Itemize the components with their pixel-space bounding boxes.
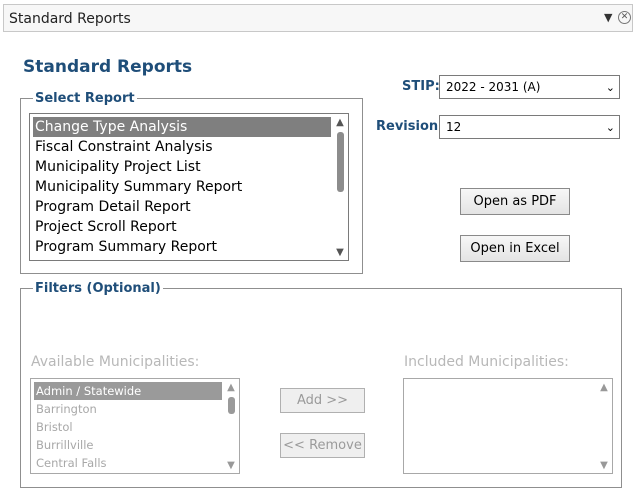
- report-item-change-type-analysis[interactable]: Change Type Analysis: [33, 117, 331, 137]
- scroll-up-arrow-icon[interactable]: ▲: [596, 383, 612, 393]
- scroll-up-arrow-icon[interactable]: ▲: [223, 383, 239, 393]
- included-municipalities-listbox[interactable]: ▲ ▼: [403, 378, 613, 474]
- revision-select[interactable]: 12 ⌄: [439, 115, 620, 139]
- included-list-scrollbar[interactable]: ▲ ▼: [596, 379, 612, 473]
- municipality-item-barrington[interactable]: Barrington: [34, 400, 97, 418]
- report-list-scrollbar[interactable]: ▲ ▼: [332, 114, 348, 260]
- scrollbar-thumb[interactable]: [228, 397, 235, 414]
- municipality-item-bristol[interactable]: Bristol: [34, 418, 73, 436]
- available-list-scrollbar[interactable]: ▲ ▼: [223, 379, 239, 473]
- report-item-program-detail-report[interactable]: Program Detail Report: [33, 197, 191, 217]
- scroll-up-arrow-icon[interactable]: ▲: [332, 118, 348, 128]
- scroll-down-arrow-icon[interactable]: ▼: [332, 248, 348, 258]
- close-circle-icon[interactable]: ✕: [618, 11, 631, 24]
- filters-legend: Filters (Optional): [35, 281, 161, 296]
- dropdown-arrow-icon[interactable]: ▼: [604, 11, 612, 24]
- window-title: Standard Reports: [9, 11, 131, 27]
- report-item-program-summary-report[interactable]: Program Summary Report: [33, 237, 217, 257]
- chevron-down-icon: ⌄: [605, 81, 615, 94]
- chevron-down-icon: ⌄: [605, 121, 615, 134]
- add-municipality-button[interactable]: Add >>: [280, 388, 365, 413]
- report-item-fiscal-constraint-analysis[interactable]: Fiscal Constraint Analysis: [33, 137, 213, 157]
- revision-value: 12: [446, 120, 462, 134]
- municipality-item-burrillville[interactable]: Burrillville: [34, 436, 93, 454]
- remove-municipality-button[interactable]: << Remove: [280, 433, 365, 458]
- stip-label: STIP:: [402, 79, 440, 94]
- open-as-pdf-button[interactable]: Open as PDF: [460, 188, 570, 215]
- window-title-bar: Standard Reports ▼ ✕: [3, 4, 633, 32]
- municipality-item-admin-statewide[interactable]: Admin / Statewide: [34, 382, 222, 400]
- available-municipalities-label: Available Municipalities:: [31, 354, 200, 370]
- report-item-project-scroll-report[interactable]: Project Scroll Report: [33, 217, 177, 237]
- report-item-municipality-project-list[interactable]: Municipality Project List: [33, 157, 201, 177]
- scroll-down-arrow-icon[interactable]: ▼: [223, 461, 239, 471]
- select-report-legend: Select Report: [35, 91, 135, 106]
- report-listbox[interactable]: Change Type Analysis Fiscal Constraint A…: [29, 113, 349, 261]
- available-municipalities-listbox[interactable]: Admin / Statewide Barrington Bristol Bur…: [30, 378, 240, 474]
- scrollbar-thumb[interactable]: [337, 132, 344, 192]
- open-in-excel-button[interactable]: Open in Excel: [460, 235, 570, 262]
- municipality-item-central-falls[interactable]: Central Falls: [34, 454, 107, 472]
- scroll-down-arrow-icon[interactable]: ▼: [596, 461, 612, 471]
- revision-label: Revision:: [376, 119, 444, 134]
- report-item-municipality-summary-report[interactable]: Municipality Summary Report: [33, 177, 242, 197]
- stip-select[interactable]: 2022 - 2031 (A) ⌄: [439, 75, 620, 99]
- stip-value: 2022 - 2031 (A): [446, 80, 541, 94]
- page-heading: Standard Reports: [23, 57, 193, 77]
- included-municipalities-label: Included Municipalities:: [404, 354, 569, 370]
